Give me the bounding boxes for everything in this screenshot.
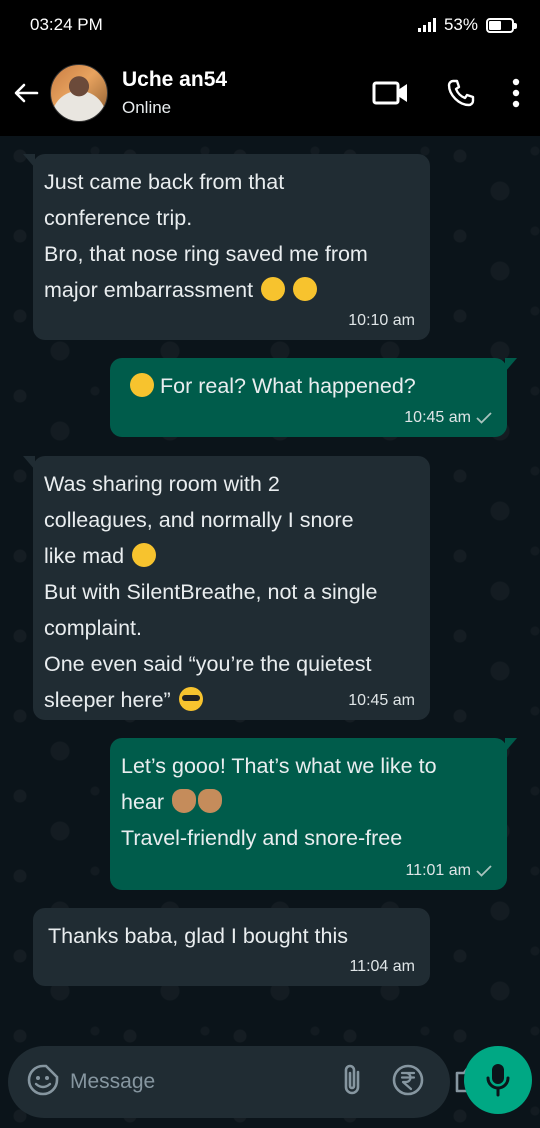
message-time: 11:01 am: [405, 862, 471, 879]
message-body: Just came back from that conference trip…: [44, 170, 368, 302]
more-options-button[interactable]: [512, 78, 520, 108]
check-icon: [476, 865, 492, 877]
paperclip-icon: [344, 1064, 360, 1094]
sticker-icon: [27, 1064, 59, 1095]
message-body: For real? What happened?: [159, 374, 416, 398]
chat-header: Uche an54 Online: [0, 50, 540, 136]
message-meta: 10:45 am: [404, 409, 492, 427]
message-body: Thanks baba, glad I bought this: [48, 924, 349, 948]
status-right: 53%: [417, 15, 517, 35]
grinning-sweat-face-emoji-icon: [293, 277, 318, 301]
grinning-sweat-face-emoji-icon: [130, 373, 154, 397]
clapping-hands-emoji-icon: [198, 789, 223, 813]
message-body: Let’s gooo! That’s what we like to hear: [121, 754, 437, 814]
microphone-icon: [486, 1064, 510, 1097]
chat-area[interactable]: Just came back from that conference trip…: [0, 136, 540, 1128]
crying-face-emoji-icon: [261, 277, 286, 301]
arrow-left-icon: [14, 83, 39, 103]
message-body: Was sharing room with 2 colleagues, and …: [44, 472, 354, 568]
message-meta: 10:10 am: [348, 312, 415, 330]
message-text: Thanks baba, glad I bought this: [33, 908, 430, 954]
message-incoming[interactable]: Was sharing room with 2 colleagues, and …: [23, 456, 430, 720]
message-input[interactable]: [70, 1070, 341, 1094]
more-vertical-icon: [512, 78, 520, 108]
video-camera-icon: [372, 81, 407, 105]
emoji-sticker-button[interactable]: [26, 1063, 60, 1102]
message-incoming[interactable]: Just came back from that conference trip…: [23, 154, 430, 340]
message-composer: [8, 1046, 487, 1118]
battery-percent: 53%: [443, 15, 478, 34]
message-outgoing[interactable]: Let’s gooo! That’s what we like to hear …: [110, 738, 517, 890]
avatar[interactable]: [50, 64, 108, 122]
clapping-hands-emoji-icon: [172, 789, 197, 813]
message-time: 10:45 am: [348, 692, 415, 709]
message-time: 10:10 am: [348, 312, 415, 329]
battery-fill: [489, 20, 501, 30]
contact-status: Online: [122, 98, 172, 117]
message-meta: 11:01 am: [405, 862, 492, 880]
voice-record-button[interactable]: [464, 1046, 532, 1114]
message-text: Was sharing room with 2 colleagues, and …: [33, 456, 430, 718]
contact-info[interactable]: Uche an54 Online: [122, 68, 372, 118]
check-icon: [476, 412, 492, 424]
message-incoming[interactable]: Thanks baba, glad I bought this 11:04 am: [33, 908, 430, 986]
status-bar: 03:24 PM 53%: [0, 0, 540, 50]
message-time: 10:45 am: [404, 409, 471, 426]
phone-icon: [447, 79, 475, 107]
sunglasses-face-emoji-icon: [178, 687, 203, 711]
message-text: Just came back from that conference trip…: [33, 154, 430, 308]
message-body-continued: Travel-friendly and snore-free: [121, 826, 403, 850]
signal-icon: [417, 18, 436, 32]
video-call-button[interactable]: [372, 79, 410, 107]
tired-face-emoji-icon: [132, 543, 157, 567]
message-meta: 11:04 am: [349, 958, 415, 976]
contact-name: Uche an54: [122, 68, 228, 91]
message-text: Let’s gooo! That’s what we like to hear …: [110, 738, 507, 856]
back-button[interactable]: [2, 82, 50, 104]
message-body-continued: But with SilentBreathe, not a single com…: [44, 580, 378, 712]
message-outgoing[interactable]: For real? What happened? 10:45 am: [110, 358, 517, 437]
voice-call-button[interactable]: [446, 78, 476, 108]
header-actions: [372, 78, 520, 108]
status-time: 03:24 PM: [30, 15, 103, 34]
rupee-icon: [392, 1064, 424, 1095]
payment-button[interactable]: [391, 1063, 425, 1102]
attach-button[interactable]: [341, 1063, 363, 1102]
message-text: For real? What happened?: [110, 358, 507, 404]
battery-icon: [486, 17, 517, 33]
message-meta: 10:45 am: [348, 692, 415, 710]
message-time: 11:04 am: [349, 958, 415, 975]
